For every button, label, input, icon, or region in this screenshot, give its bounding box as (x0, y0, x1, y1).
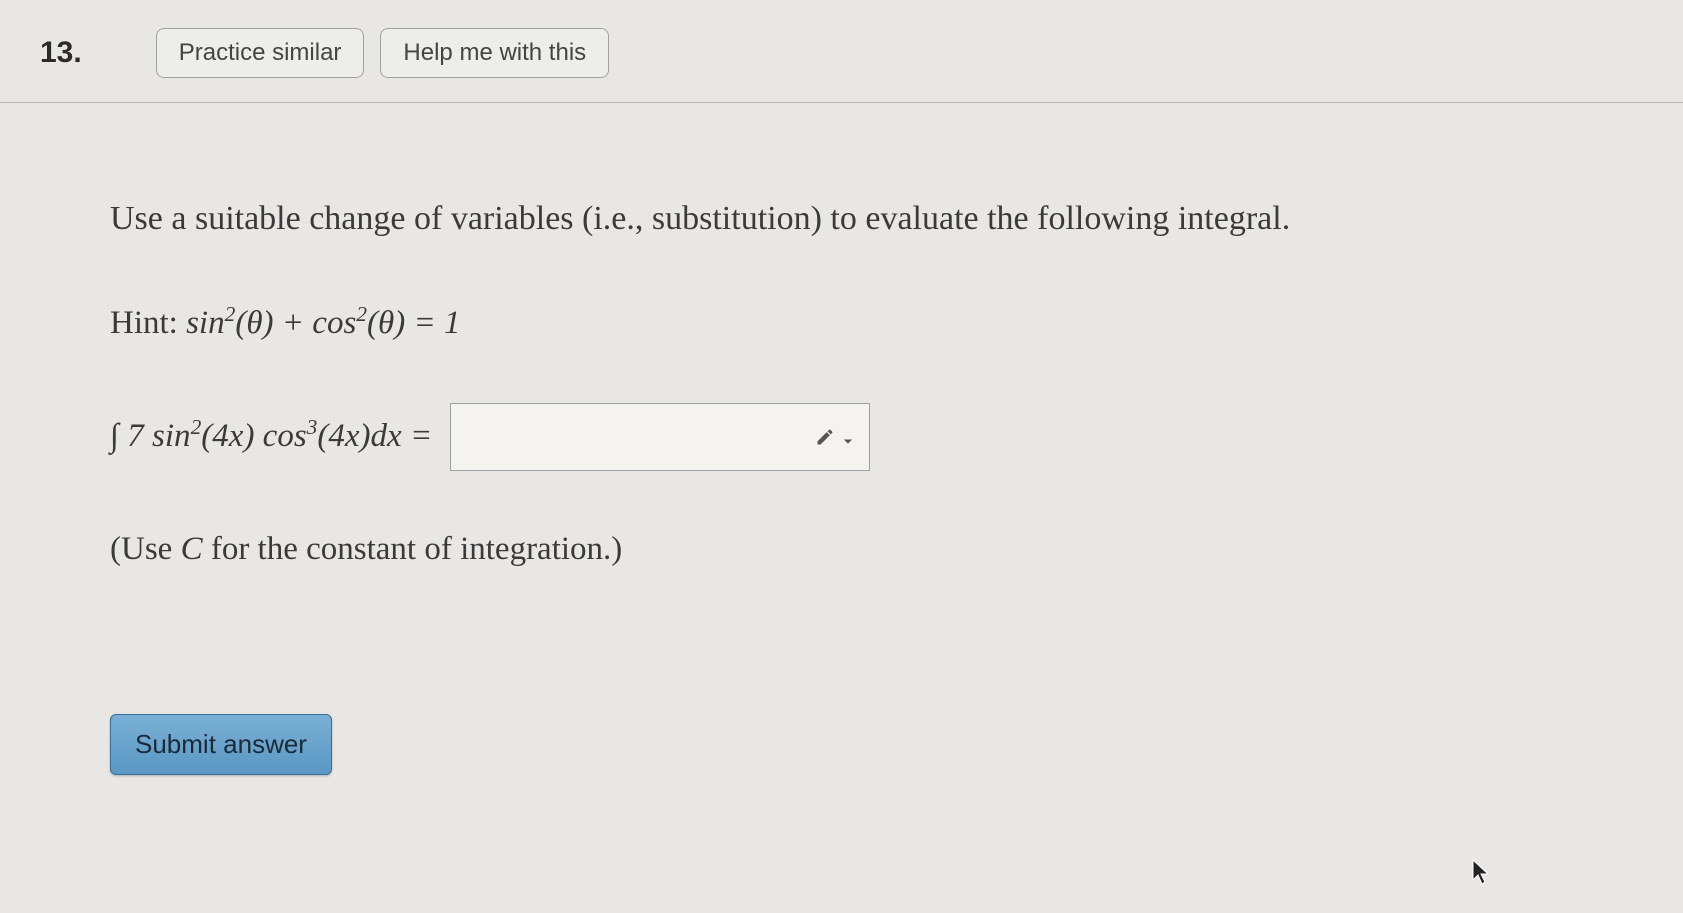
question-body: Use a suitable change of variables (i.e.… (0, 103, 1683, 775)
hint-prefix: Hint: (110, 305, 186, 341)
submit-answer-button[interactable]: Submit answer (110, 714, 332, 775)
hint-line: Hint: sin2(θ) + cos2(θ) = 1 (110, 298, 1573, 349)
help-me-button[interactable]: Help me with this (380, 28, 609, 78)
integral-expression: ∫ 7 sin2(4x) cos3(4x)dx = (110, 411, 432, 462)
question-number: 13. (40, 36, 82, 70)
cursor-icon (1470, 858, 1492, 886)
question-header: 13. Practice similar Help me with this (0, 0, 1683, 103)
practice-similar-button[interactable]: Practice similar (156, 28, 365, 78)
prompt-text: Use a suitable change of variables (i.e.… (110, 193, 1573, 244)
pencil-icon (811, 423, 839, 451)
constant-note: (Use C for the constant of integration.) (110, 525, 1573, 575)
answer-input[interactable] (450, 403, 870, 471)
hint-math: sin2(θ) + cos2(θ) = 1 (186, 305, 460, 341)
dropdown-caret-icon (843, 412, 853, 462)
integral-row: ∫ 7 sin2(4x) cos3(4x)dx = (110, 403, 1573, 471)
